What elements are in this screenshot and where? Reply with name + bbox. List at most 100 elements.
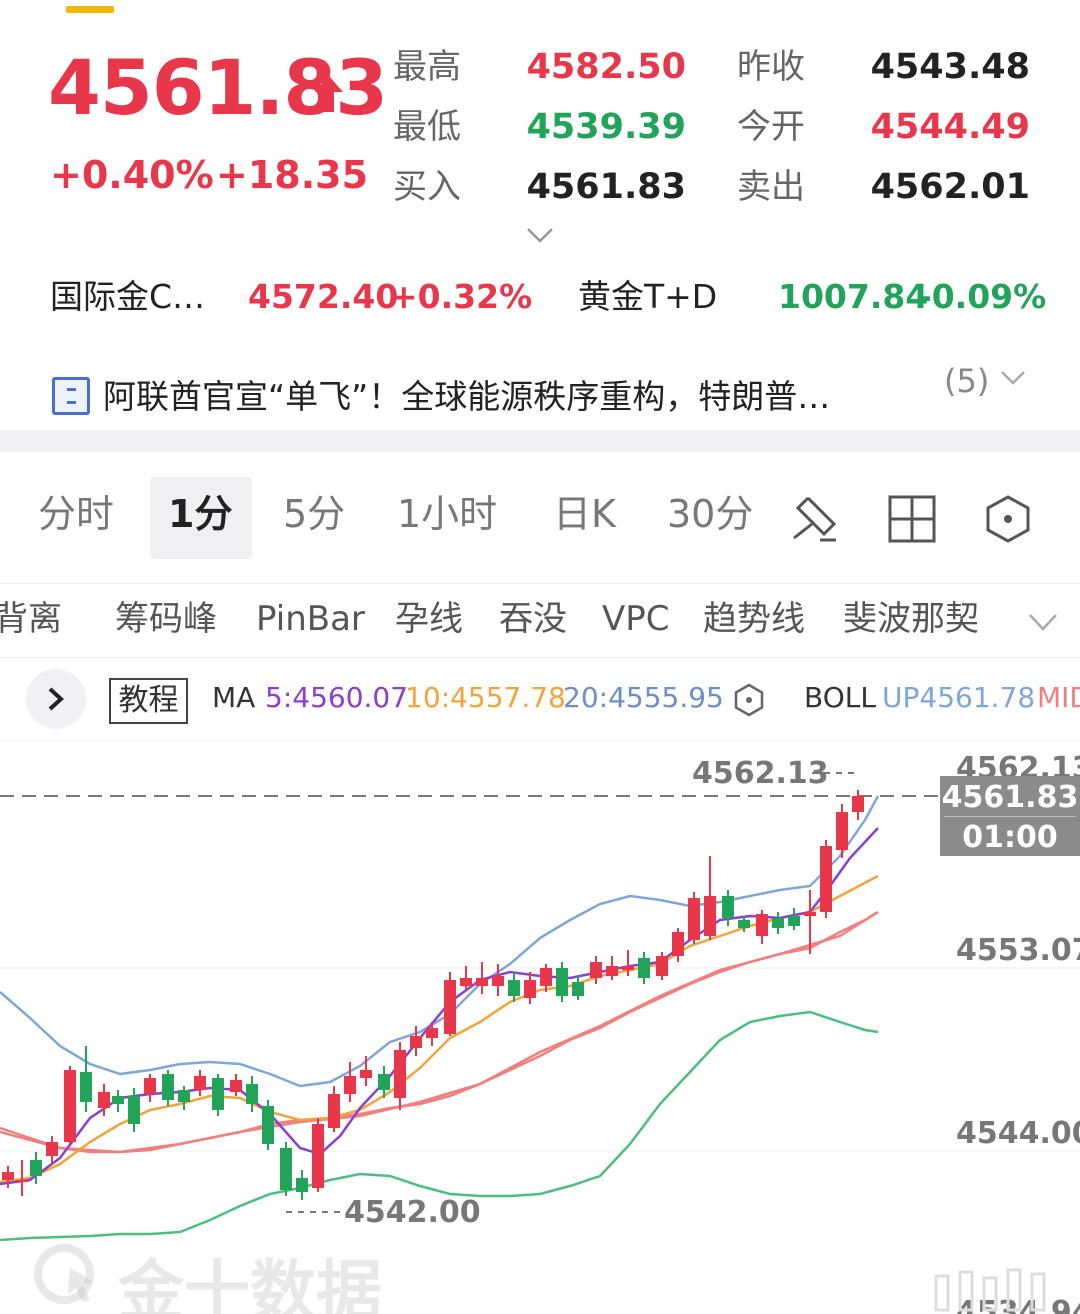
ma20-value: 20:4555.95 [563, 681, 724, 714]
candle [836, 804, 848, 858]
stat-label-high: 最高 [393, 47, 461, 87]
tab-period-daily[interactable]: 日K [553, 495, 616, 533]
candle [556, 962, 568, 1002]
draw-tool-icon[interactable] [790, 494, 840, 544]
indicator-tab-harami[interactable]: 孕线 [395, 602, 463, 636]
boll-up-line [0, 795, 880, 1088]
stat-label-bid: 买入 [393, 167, 461, 207]
section-divider [0, 430, 1080, 452]
candle [230, 1074, 242, 1096]
tab-period-1hour[interactable]: 1小时 [397, 495, 497, 533]
layout-grid-icon[interactable] [887, 494, 937, 544]
stat-value-prev-close: 4543.48 [870, 47, 1030, 87]
candle-countdown: 01:00 [962, 820, 1058, 855]
y-axis-label-2: 4553.07 [956, 933, 1080, 968]
divider-line [0, 657, 1080, 658]
candle [328, 1086, 340, 1132]
candle [394, 1042, 406, 1110]
candle [444, 972, 456, 1036]
news-count[interactable]: (5) [944, 362, 989, 400]
up-arrow-icon [315, 76, 343, 112]
stat-label-low: 最低 [393, 107, 461, 147]
candles [2, 790, 864, 1200]
candle [656, 952, 668, 980]
expand-stats-chevron-icon[interactable] [526, 226, 554, 244]
indicator-tab-divergence[interactable]: 背离 [0, 602, 62, 636]
candle [112, 1090, 124, 1112]
candle [280, 1142, 292, 1196]
candle [178, 1086, 190, 1110]
top-tab-indicator [66, 6, 114, 13]
candle [312, 1118, 324, 1192]
stat-label-open: 今开 [737, 107, 805, 147]
settings-hexagon-icon[interactable] [983, 494, 1033, 544]
candle [426, 1022, 438, 1046]
indicator-tab-chip-peak[interactable]: 筹码峰 [115, 602, 217, 636]
indicator-tab-vpc[interactable]: VPC [602, 602, 670, 636]
watermark-logo-icon [34, 1244, 94, 1304]
news-expand-chevron-icon[interactable] [1000, 369, 1026, 387]
current-price-tag-divider [944, 816, 1076, 817]
watermark-text: 金十数据 [118, 1253, 382, 1314]
candle [704, 856, 716, 940]
ma-settings-icon[interactable] [733, 683, 765, 717]
tab-period-5min[interactable]: 5分 [283, 495, 345, 533]
stat-value-open: 4544.49 [870, 107, 1030, 147]
tab-period-timeshare[interactable]: 分时 [38, 495, 114, 533]
tab-period-1min[interactable]: 1分 [168, 495, 232, 533]
change-percent: +0.40% [50, 153, 214, 197]
candle [524, 972, 536, 1004]
candle [606, 956, 618, 980]
expand-panel-button[interactable] [26, 669, 86, 729]
indicator-tab-pinbar[interactable]: PinBar [256, 602, 365, 636]
ma10-value: 10:4557.78 [405, 681, 566, 714]
related-price-intl-gold: 4572.40 [248, 277, 399, 316]
low-marker-label: 4542.00 [344, 1195, 481, 1230]
candle [80, 1046, 92, 1112]
stat-value-low: 4539.39 [526, 107, 686, 147]
high-marker-label: 4562.13 [692, 756, 829, 791]
candle [476, 962, 488, 994]
boll-label[interactable]: BOLL [804, 684, 876, 712]
tab-period-30min[interactable]: 30分 [667, 495, 755, 533]
related-change-intl-gold: +0.32% [390, 277, 533, 316]
stat-value-bid: 4561.83 [526, 167, 686, 207]
stat-label-ask: 卖出 [737, 167, 805, 207]
candle [756, 910, 768, 944]
candle [820, 840, 832, 918]
candle [788, 908, 800, 930]
candle [772, 912, 784, 934]
indicator-tab-fibonacci[interactable]: 斐波那契 [843, 602, 979, 636]
candle [194, 1070, 206, 1096]
volume-bars-icon [934, 1268, 1046, 1312]
bollinger-bands [0, 795, 880, 1242]
candlestick-chart[interactable]: 4562.13 4553.07 4544.00 4534.94 4562.13 … [0, 740, 1080, 1314]
tutorial-button[interactable]: 教程 [109, 678, 188, 724]
change-absolute: +18.35 [216, 153, 369, 197]
boll-mid-value: MID [1037, 684, 1080, 712]
candle [688, 892, 700, 944]
ma5-line [0, 827, 879, 1186]
related-price-gold-td: 1007.84 [778, 277, 929, 316]
news-headline[interactable]: 阿联酋官宣“单飞”！全球能源秩序重构，特朗普… [103, 378, 830, 415]
candle [360, 1056, 372, 1086]
candle [144, 1074, 156, 1102]
y-axis-label-3: 4544.00 [956, 1116, 1080, 1151]
boll-up-value: UP4561.78 [882, 681, 1036, 714]
indicator-tab-trendline[interactable]: 趋势线 [703, 602, 805, 636]
candle [296, 1170, 308, 1200]
moving-averages [0, 827, 879, 1186]
stat-label-prev-close: 昨收 [737, 47, 805, 87]
indicator-tab-engulfing[interactable]: 吞没 [499, 602, 567, 636]
candle [162, 1070, 174, 1106]
related-name-gold-td[interactable]: 黄金T+D [578, 280, 717, 313]
ma-label[interactable]: MA [212, 684, 255, 712]
indicator-more-chevron-icon[interactable] [1028, 612, 1058, 632]
ma5-value: 5:4560.07 [265, 681, 409, 714]
chevron-right-icon [48, 687, 64, 711]
candle [852, 790, 864, 820]
related-change-gold-td: -0.09% [918, 277, 1047, 316]
current-price-tag-value: 4561.83 [941, 780, 1079, 815]
candle [262, 1100, 274, 1150]
related-name-intl-gold[interactable]: 国际金C… [50, 280, 205, 313]
